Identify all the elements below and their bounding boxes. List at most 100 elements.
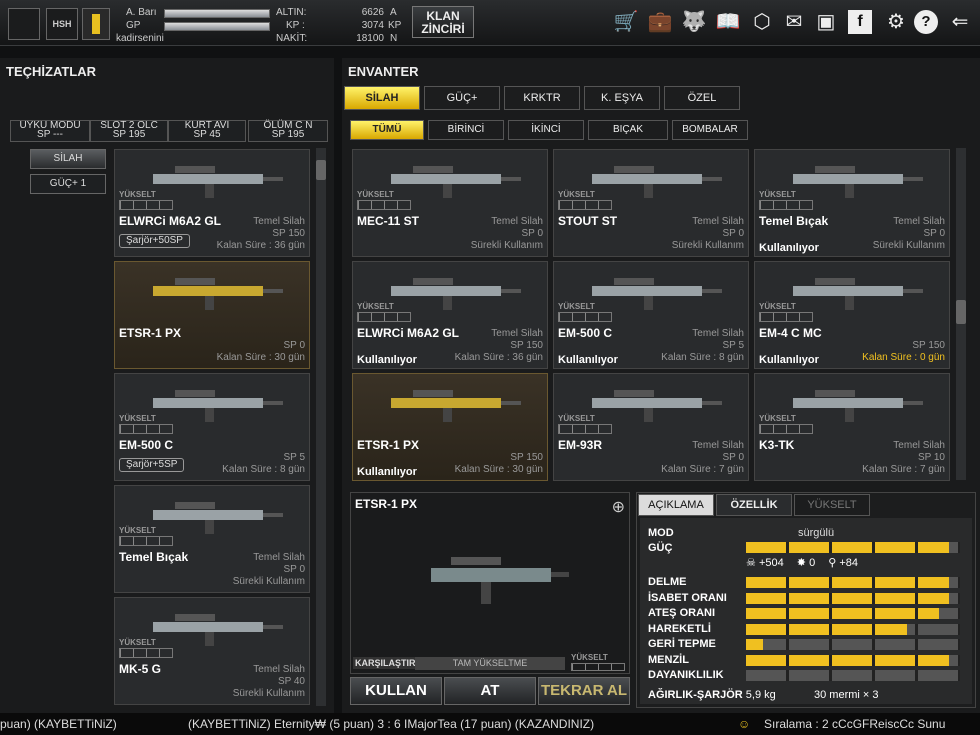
guc-label: GÜÇ <box>648 542 673 554</box>
weapon-image <box>592 278 722 310</box>
cart-icon[interactable]: 🛒 <box>612 8 640 36</box>
stat-bar-fill <box>746 592 950 604</box>
avatar-slot[interactable] <box>8 8 40 40</box>
zoom-icon[interactable]: ⊕ <box>612 497 625 517</box>
item-card[interactable]: YÜKSELT ELWRCi M6A2 GL Temel Silah SP 150 Ka… <box>114 149 310 257</box>
sub-tab-bicak[interactable]: BIÇAK <box>588 120 668 140</box>
back-arrow-icon[interactable]: ⇐ <box>946 8 974 36</box>
gp-bar <box>164 22 270 31</box>
mode-tab-3[interactable]: ÖLÜM C N SP 195 <box>248 120 328 142</box>
sub-tab-tumu[interactable]: TÜMÜ <box>350 120 424 140</box>
mode-tab-1[interactable]: SLOT 2 OLC SP 195 <box>90 120 168 142</box>
rank-badge[interactable]: HSH <box>46 8 78 40</box>
item-card[interactable]: YÜKSELT MEC-11 ST Temel Silah SP 0 Sürekli K… <box>352 149 548 257</box>
skull-icon: ☠ <box>746 557 756 569</box>
stat-bar <box>746 577 960 588</box>
item-card[interactable]: YÜKSELT Temel Bıçak Temel Silah SP 0 Sürekli… <box>754 149 950 257</box>
use-button[interactable]: KULLAN <box>350 677 442 705</box>
upgrade-boxes <box>759 312 813 322</box>
item-name: ELWRCi M6A2 GL <box>119 214 222 228</box>
side-tab-weapon[interactable]: SİLAH <box>30 149 106 169</box>
item-duration: Kalan Süre : 8 gün <box>222 464 305 475</box>
yukselt-label: YÜKSELT <box>558 302 595 311</box>
klan-zinciri-button[interactable]: KLAN ZİNCİRİ <box>412 6 474 38</box>
compare-button[interactable]: KARŞILAŞTIR <box>353 657 418 669</box>
item-card[interactable]: YÜKSELT EM-500 C SP 5 Kalan Süre : 8 gün Şar… <box>114 373 310 481</box>
item-card[interactable]: YÜKSELT EM-93R Temel Silah SP 0 Kalan Süre :… <box>553 373 749 481</box>
item-sp: SP 150 <box>272 228 305 239</box>
item-card[interactable]: ETSR-1 PX SP 0 Kalan Süre : 30 gün <box>114 261 310 369</box>
item-card[interactable]: YÜKSELT EM-4 C MC SP 150 Kalan Süre : 0 gün… <box>754 261 950 369</box>
yukselt-label: YÜKSELT <box>558 414 595 423</box>
side-tab-power[interactable]: GÜÇ+ 1 <box>30 174 106 194</box>
info-tab-ozellik[interactable]: ÖZELLİK <box>716 494 792 516</box>
yukselt-label: YÜKSELT <box>759 414 796 423</box>
right-scroll-thumb[interactable] <box>956 300 966 324</box>
item-card[interactable]: YÜKSELT ELWRCi M6A2 GL Temel Silah SP 150 Ka… <box>352 261 548 369</box>
mode-tab-sp: SP 195 <box>112 129 146 140</box>
gear-icon[interactable]: ⚙ <box>882 8 910 36</box>
weapon-image <box>153 166 283 198</box>
briefcase-icon[interactable]: 💼 <box>646 8 674 36</box>
weapon-image <box>153 390 283 422</box>
help-icon[interactable]: ? <box>914 10 938 34</box>
item-card[interactable]: ETSR-1 PX SP 150 Kalan Süre : 30 gün Kullan… <box>352 373 548 481</box>
box-icon[interactable]: ⬡ <box>748 8 776 36</box>
left-scrollbar[interactable] <box>316 148 326 706</box>
item-name: EM-500 C <box>119 438 174 452</box>
item-sp: SP 0 <box>722 452 745 463</box>
preview-box: ETSR-1 PX ⊕ KARŞILAŞTIR TAM YÜKSELTME YÜ… <box>350 492 630 674</box>
item-status: Kullanılıyor <box>759 242 819 254</box>
item-name: MEC-11 ST <box>357 214 420 228</box>
xp-bar <box>164 9 270 18</box>
left-scroll-thumb[interactable] <box>316 160 326 180</box>
item-name: EM-500 C <box>558 326 613 340</box>
item-duration: Sürekli Kullanım <box>671 240 744 251</box>
item-card[interactable]: YÜKSELT EM-500 C Temel Silah SP 5 Kalan Süre… <box>553 261 749 369</box>
mode-tab-2[interactable]: KURT AVI SP 45 <box>168 120 246 142</box>
item-card[interactable]: YÜKSELT K3-TK Temel Silah SP 10 Kalan Süre :… <box>754 373 950 481</box>
info-tab-aciklama[interactable]: AÇIKLAMA <box>638 494 714 516</box>
profile-card-icon[interactable]: ▣ <box>812 8 840 36</box>
cat-tab-keşya[interactable]: K. EŞYA <box>584 86 660 110</box>
match-ticker: puan) (KAYBETTiNiZ) (KAYBETTiNiZ) Eterni… <box>0 713 980 735</box>
info-tab-yukselt[interactable]: YÜKSELT <box>794 494 870 516</box>
item-duration: Kalan Süre : 36 gün <box>216 240 305 251</box>
upgrade-boxes <box>357 200 411 210</box>
stat-label: ATEŞ ORANI <box>648 607 716 619</box>
item-card[interactable]: YÜKSELT MK-5 G Temel Silah SP 40 Sürekli Kul… <box>114 597 310 705</box>
facebook-icon[interactable]: f <box>848 10 872 34</box>
sub-tab-birinci[interactable]: BİRİNCİ <box>428 120 504 140</box>
item-sp: SP 0 <box>923 228 946 239</box>
weapon-image <box>391 390 521 422</box>
throw-button[interactable]: AT <box>444 677 536 705</box>
rebuy-button[interactable]: TEKRAR AL <box>538 677 630 705</box>
item-type: Temel Silah <box>491 328 543 339</box>
cat-tab-krktr[interactable]: KRKTR <box>504 86 580 110</box>
item-status: Kullanılıyor <box>759 354 819 366</box>
mod-label: MOD <box>648 527 674 539</box>
book-icon[interactable]: 📖 <box>714 8 742 36</box>
weapon-image <box>391 278 521 310</box>
upgrade-boxes <box>558 200 612 210</box>
yukselt-label: YÜKSELT <box>357 190 394 199</box>
item-card[interactable]: YÜKSELT Temel Bıçak Temel Silah SP 0 Sürekli… <box>114 485 310 593</box>
upgrade-boxes <box>759 200 813 210</box>
mail-icon[interactable]: ✉ <box>780 8 808 36</box>
item-type: Temel Silah <box>893 216 945 227</box>
wolf-icon[interactable]: 🐺 <box>680 8 708 36</box>
sub-tab-ikinci[interactable]: İKİNCİ <box>508 120 584 140</box>
mode-tab-0[interactable]: UYKU MODU SP --- <box>10 120 90 142</box>
weapon-image <box>793 390 923 422</box>
yukselt-label: YÜKSELT <box>119 414 156 423</box>
full-upgrade-bar[interactable]: TAM YÜKSELTME <box>415 657 565 670</box>
cat-tab-silah[interactable]: SİLAH <box>344 86 420 110</box>
upgrade-boxes <box>119 648 173 658</box>
item-status: Kullanılıyor <box>357 354 417 366</box>
item-card[interactable]: YÜKSELT STOUT ST Temel Silah SP 0 Sürekli Ku… <box>553 149 749 257</box>
cat-tab-guc[interactable]: GÜÇ+ <box>424 86 500 110</box>
weight-value: 5,9 kg <box>745 689 776 701</box>
cat-tab-ozel[interactable]: ÖZEL <box>664 86 740 110</box>
sub-tab-bombalar[interactable]: BOMBALAR <box>672 120 748 140</box>
item-name: K3-TK <box>759 438 795 452</box>
